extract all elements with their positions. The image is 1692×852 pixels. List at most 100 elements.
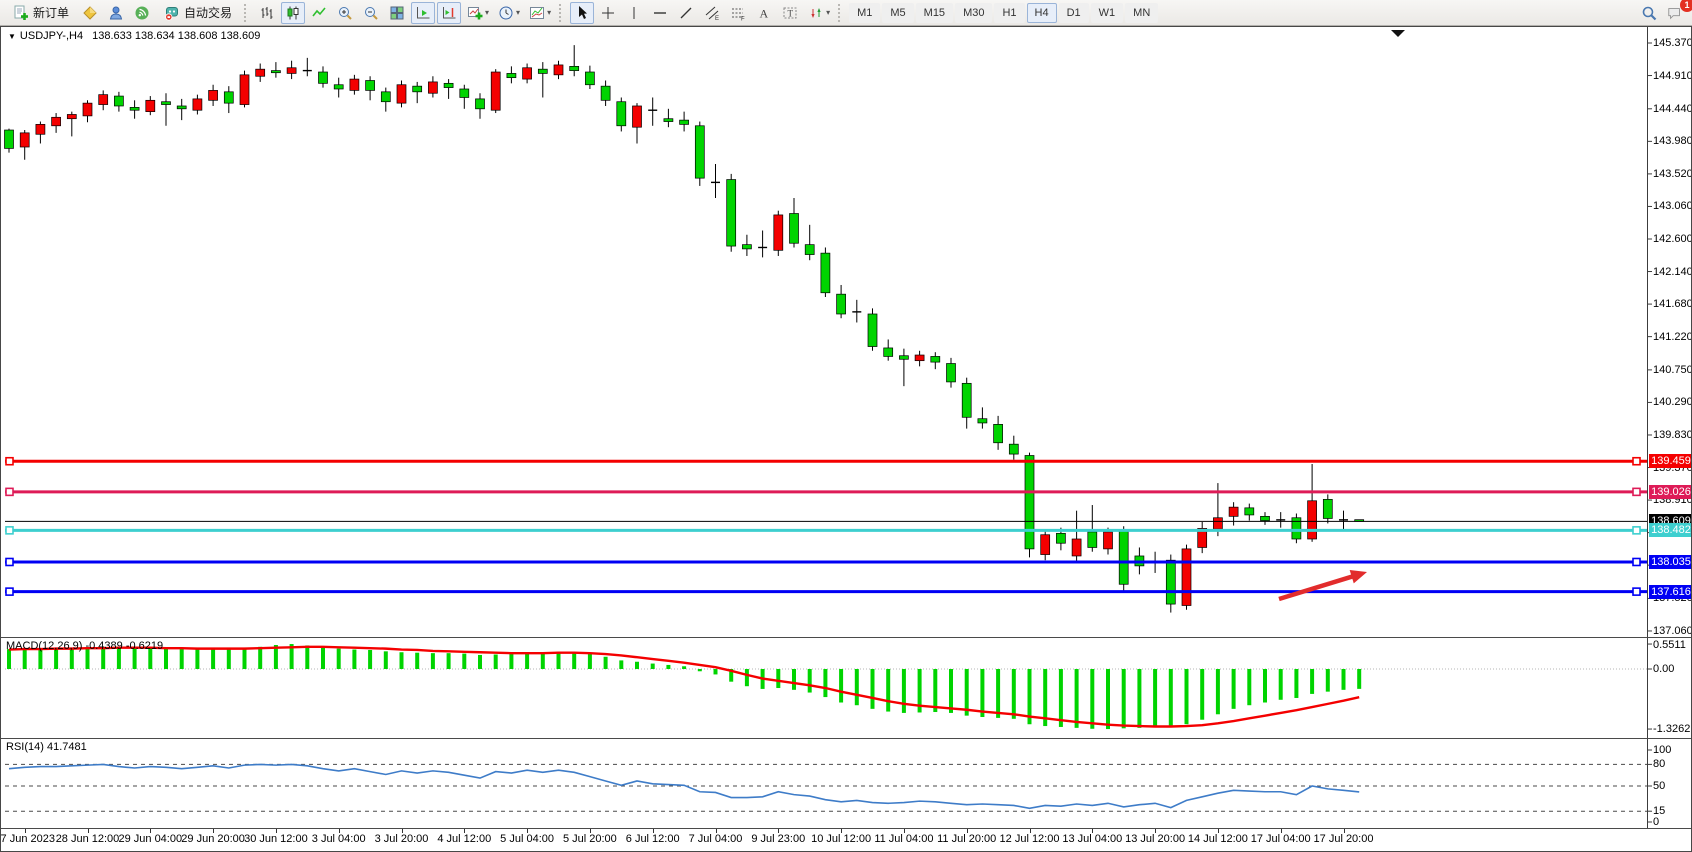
periods-button[interactable]: ▾	[494, 2, 523, 24]
bar-chart-icon	[259, 4, 276, 21]
new-order-button[interactable]: 新订单	[5, 2, 76, 24]
toolbar-grip	[559, 4, 565, 22]
timeframe-h4-button[interactable]: H4	[1027, 3, 1057, 23]
rsi-axis-tick: 100	[1653, 743, 1671, 757]
zoom-in-icon	[337, 4, 354, 21]
crosshair-icon	[600, 4, 617, 21]
timeframe-m1-button[interactable]: M1	[849, 3, 880, 23]
rsi-pane[interactable]: RSI(14) 41.7481 1008050150	[1, 738, 1691, 828]
price-axis-tick: 137.060	[1653, 624, 1691, 637]
timeframe-m15-button[interactable]: M15	[916, 3, 953, 23]
candlestick-chart-button[interactable]	[281, 2, 305, 24]
line-chart-button[interactable]	[307, 2, 331, 24]
svg-text:E: E	[715, 16, 719, 21]
price-axis-tick: 140.290	[1653, 395, 1691, 409]
cursor-tool-button[interactable]	[570, 2, 594, 24]
channel-icon: E	[704, 4, 721, 21]
price-axis-tick: 143.060	[1653, 199, 1691, 213]
price-line-138.482[interactable]	[5, 527, 1647, 534]
auto-trading-button[interactable]: 自动交易	[156, 2, 239, 24]
metaeditor-icon	[82, 4, 99, 21]
chart-window: ▼USDJPY-,H4138.633 138.634 138.608 138.6…	[0, 26, 1692, 852]
templates-icon	[528, 4, 545, 21]
price-axis-tick: 141.220	[1653, 330, 1691, 344]
mql5-community-button[interactable]	[104, 2, 128, 24]
candles	[5, 45, 1364, 612]
signals-button[interactable]	[130, 2, 154, 24]
price-axis-tick: 145.370	[1653, 36, 1691, 50]
tile-windows-icon	[389, 4, 406, 21]
svg-text:F: F	[741, 16, 745, 21]
macd-axis-tick: 0.5511	[1653, 638, 1686, 652]
notification-badge[interactable]: 1	[1680, 0, 1692, 12]
zoom-out-icon	[363, 4, 380, 21]
dropdown-caret: ▾	[547, 8, 551, 17]
price-axis-tick: 144.440	[1653, 102, 1691, 116]
price-pane[interactable]: ▼USDJPY-,H4138.633 138.634 138.608 138.6…	[1, 27, 1691, 637]
text-tool-button[interactable]: A	[752, 2, 776, 24]
metaeditor-button[interactable]	[78, 2, 102, 24]
text-label-icon: T	[782, 4, 799, 21]
equidistant-channel-tool-button[interactable]: E	[700, 2, 724, 24]
svg-text:A: A	[760, 6, 769, 20]
bar-chart-button[interactable]	[255, 2, 279, 24]
tile-windows-button[interactable]	[385, 2, 409, 24]
clock-icon	[497, 4, 514, 21]
text-icon: A	[756, 4, 773, 21]
timeframe-m5-button[interactable]: M5	[882, 3, 913, 23]
vertical-line-tool-button[interactable]	[622, 2, 646, 24]
rsi-axis-tick: 0	[1653, 815, 1659, 828]
zoom-in-button[interactable]	[333, 2, 357, 24]
price-tag-137.616: 137.616	[1649, 585, 1691, 599]
rsi-label: RSI(14) 41.7481	[6, 741, 87, 753]
price-axis-tick: 143.520	[1653, 167, 1691, 181]
chart-shift-button[interactable]	[437, 2, 461, 24]
fibonacci-icon: F	[730, 4, 747, 21]
timeframe-h1-button[interactable]: H1	[994, 3, 1024, 23]
indicators-icon	[466, 4, 483, 21]
indicators-button[interactable]: ▾	[463, 2, 492, 24]
rsi-axis-tick: 80	[1653, 757, 1665, 771]
cursor-icon	[574, 4, 591, 21]
timeframe-mn-button[interactable]: MN	[1125, 3, 1158, 23]
fibonacci-tool-button[interactable]: F	[726, 2, 750, 24]
trendline-icon	[678, 4, 695, 21]
window-menu-icon[interactable]: ▼	[8, 32, 16, 41]
search-button[interactable]	[1637, 2, 1661, 24]
zoom-out-button[interactable]	[359, 2, 383, 24]
price-line-138.035[interactable]	[5, 558, 1647, 565]
macd-axis-tick: -1.3262	[1653, 722, 1690, 736]
dropdown-caret: ▾	[516, 8, 520, 17]
macd-pane[interactable]: MACD(12,26,9) -0.4389 -0.6219 0.55110.00…	[1, 637, 1691, 738]
price-axis-tick: 144.910	[1653, 69, 1691, 83]
auto-trading-label: 自动交易	[184, 4, 232, 21]
new-order-label: 新订单	[33, 4, 69, 21]
chart-shift-icon	[441, 4, 458, 21]
price-tag-139.459: 139.459	[1649, 454, 1691, 468]
price-line-139.459[interactable]	[5, 458, 1647, 465]
arrows-icon	[807, 4, 824, 21]
timeframe-m30-button[interactable]: M30	[955, 3, 992, 23]
templates-button[interactable]: ▾	[525, 2, 554, 24]
horizontal-line-tool-button[interactable]	[648, 2, 672, 24]
text-label-tool-button[interactable]: T	[778, 2, 802, 24]
time-axis[interactable]: 27 Jun 202328 Jun 12:0029 Jun 04:0029 Ju…	[1, 828, 1691, 851]
timeframe-d1-button[interactable]: D1	[1059, 3, 1089, 23]
line-chart-icon	[311, 4, 328, 21]
trendline-tool-button[interactable]	[674, 2, 698, 24]
chart-ohlc-values: 138.633 138.634 138.608 138.609	[92, 30, 260, 42]
crosshair-tool-button[interactable]	[596, 2, 620, 24]
price-line-137.616[interactable]	[5, 588, 1647, 595]
timeframe-toolbar: M1M5M15M30H1H4D1W1MN	[848, 3, 1159, 23]
horizontal-line-icon	[652, 4, 669, 21]
signal-icon	[134, 4, 151, 21]
trend-arrow-annotation[interactable]	[1279, 570, 1367, 599]
arrows-tool-button[interactable]: ▾	[804, 2, 833, 24]
auto-scroll-button[interactable]	[411, 2, 435, 24]
price-tag-138.035: 138.035	[1649, 555, 1691, 569]
timeframe-w1-button[interactable]: W1	[1091, 3, 1124, 23]
price-line-139.026[interactable]	[5, 488, 1647, 495]
chart-shift-marker[interactable]	[1391, 30, 1405, 37]
person-cloud-icon	[108, 4, 125, 21]
macd-axis-tick: 0.00	[1653, 662, 1674, 676]
